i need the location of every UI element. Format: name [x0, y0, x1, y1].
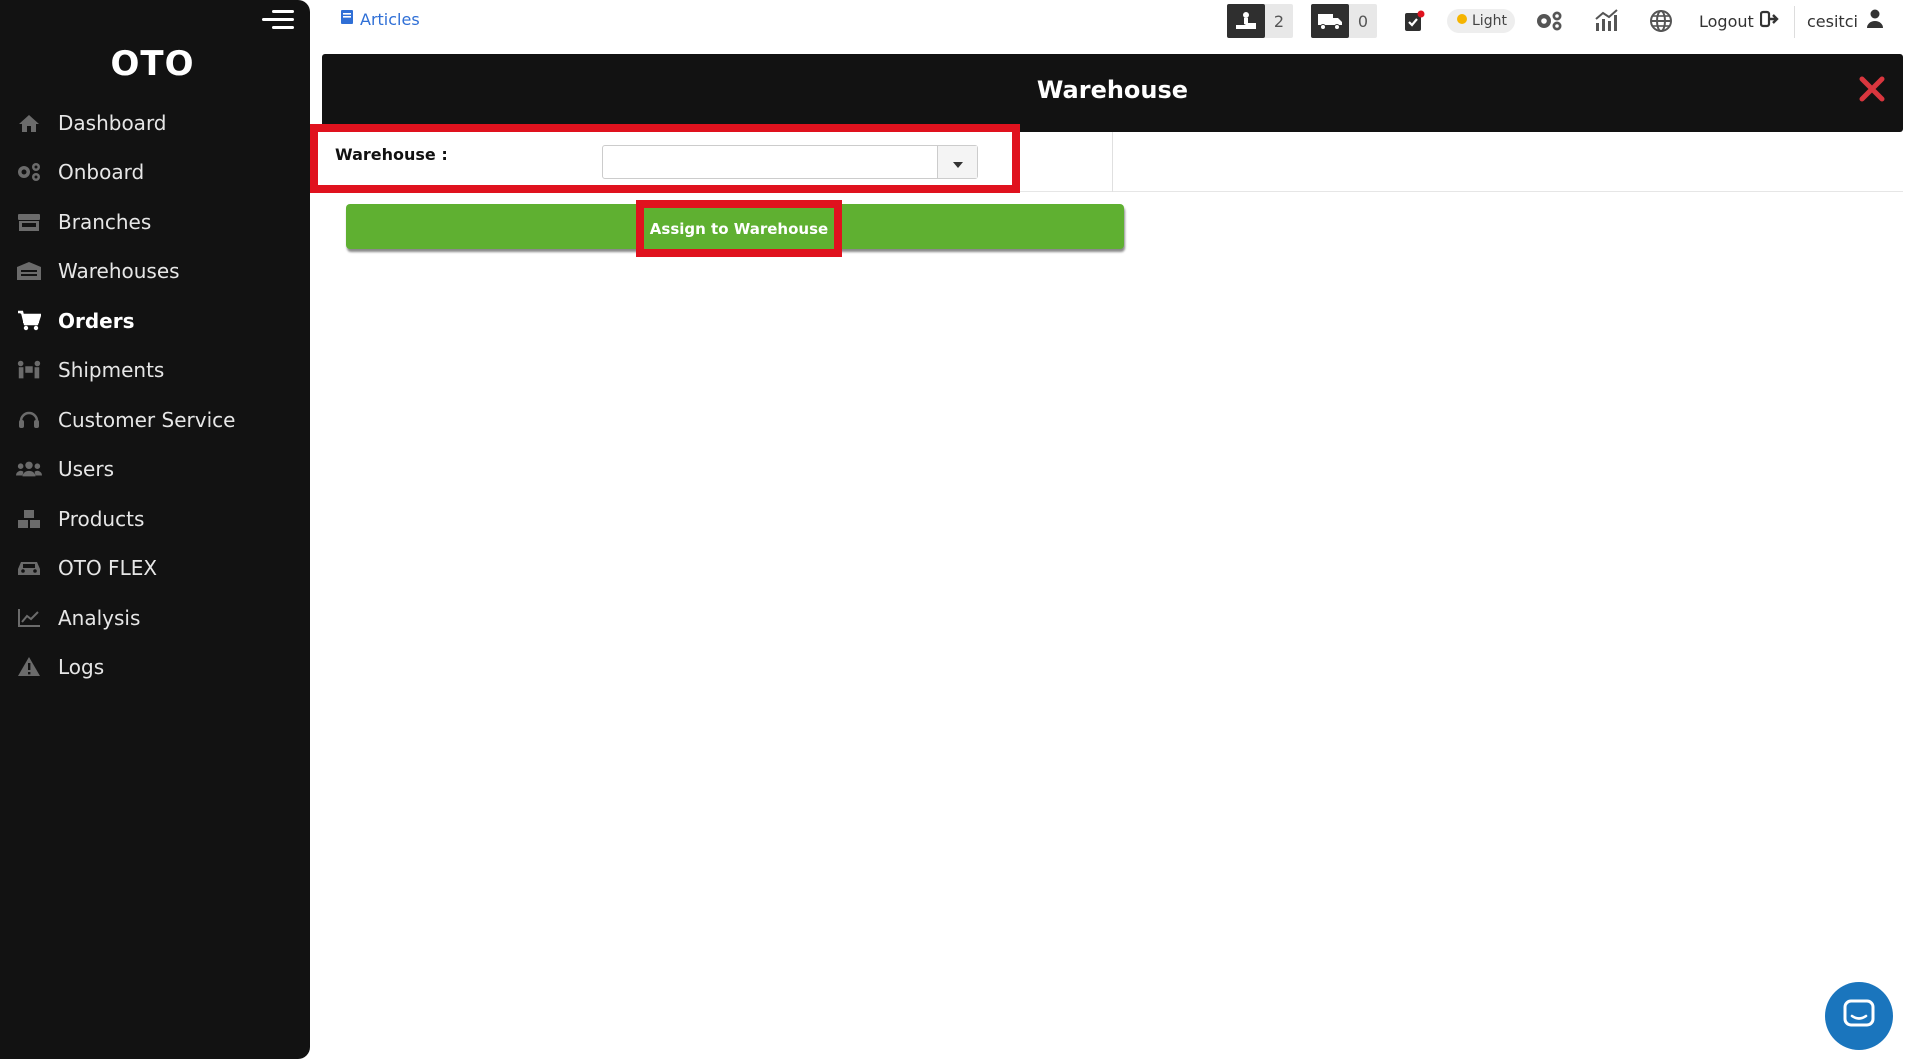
sidebar-item-label: Dashboard — [58, 110, 167, 135]
sidebar-item-label: Shipments — [58, 358, 165, 383]
analytics-icon[interactable] — [1593, 4, 1619, 38]
sidebar-item-label: Onboard — [58, 160, 145, 185]
user-icon — [1866, 9, 1884, 33]
chart-line-icon — [16, 607, 42, 629]
user-menu[interactable]: cesitci — [1807, 4, 1884, 38]
delivery-counter[interactable]: 0 — [1311, 4, 1377, 38]
delivery-count: 0 — [1357, 11, 1369, 31]
hand-holding-box-icon — [1227, 4, 1265, 38]
close-icon[interactable] — [1857, 74, 1887, 104]
sidebar: OTO Dashboard Onboard Branches Warehouse… — [0, 0, 310, 1059]
sidebar-item-users[interactable]: Users — [0, 445, 305, 495]
sidebar-item-analysis[interactable]: Analysis — [0, 593, 305, 643]
car-icon — [16, 557, 42, 579]
sidebar-item-label: Customer Service — [58, 407, 236, 432]
sidebar-item-label: Branches — [58, 209, 152, 234]
sign-out-icon — [1759, 10, 1780, 32]
globe-icon[interactable] — [1649, 4, 1673, 38]
truck-icon — [1311, 4, 1349, 38]
pickup-count: 2 — [1273, 11, 1285, 31]
modal-title: Warehouse — [1036, 76, 1189, 104]
modal-header: Warehouse — [322, 54, 1903, 132]
top-bar: Articles 2 0 Light Logout cesitci — [310, 0, 1913, 42]
sidebar-item-dashboard[interactable]: Dashboard — [0, 98, 305, 148]
sidebar-item-shipments[interactable]: Shipments — [0, 346, 305, 396]
sidebar-item-products[interactable]: Products — [0, 494, 305, 544]
people-carry-icon — [16, 359, 42, 381]
logout-button[interactable]: Logout — [1699, 4, 1780, 38]
tasks-icon[interactable] — [1402, 4, 1426, 38]
pickup-counter[interactable]: 2 — [1227, 4, 1293, 38]
form-column-divider — [1112, 132, 1113, 192]
logout-label: Logout — [1699, 11, 1754, 31]
warehouse-field-highlight — [310, 124, 1020, 193]
sidebar-item-orders[interactable]: Orders — [0, 296, 305, 346]
sidebar-item-label: Analysis — [58, 605, 141, 630]
warning-icon — [16, 656, 42, 678]
sidebar-item-label: Warehouses — [58, 259, 180, 284]
sidebar-item-label: Users — [58, 457, 115, 482]
sidebar-item-label: OTO FLEX — [58, 556, 158, 581]
sidebar-item-customer-service[interactable]: Customer Service — [0, 395, 305, 445]
sidebar-item-warehouses[interactable]: Warehouses — [0, 247, 305, 297]
chat-bubble-icon — [1842, 998, 1876, 1034]
username: cesitci — [1807, 11, 1858, 31]
theme-toggle[interactable]: Light — [1447, 4, 1515, 38]
articles-label: Articles — [360, 9, 420, 29]
home-icon — [16, 112, 42, 134]
cart-icon — [16, 310, 42, 332]
sidebar-item-label: Logs — [58, 655, 105, 680]
menu-toggle-icon[interactable] — [262, 8, 294, 32]
sidebar-nav: Dashboard Onboard Branches Warehouses Or… — [0, 98, 305, 692]
settings-gears-icon[interactable] — [1535, 4, 1563, 38]
sidebar-item-label: Products — [58, 506, 145, 531]
sidebar-item-branches[interactable]: Branches — [0, 197, 305, 247]
brand-logo: OTO — [110, 44, 195, 84]
headset-icon — [16, 409, 42, 431]
assign-to-warehouse-button[interactable]: Assign to Warehouse — [636, 200, 842, 257]
boxes-icon — [16, 508, 42, 530]
users-icon — [16, 458, 42, 480]
sidebar-item-logs[interactable]: Logs — [0, 643, 305, 693]
book-icon — [340, 9, 354, 29]
store-icon — [16, 211, 42, 233]
articles-link[interactable]: Articles — [340, 9, 420, 29]
sidebar-item-oto-flex[interactable]: OTO FLEX — [0, 544, 305, 594]
warehouse-icon — [16, 260, 42, 282]
sidebar-item-onboard[interactable]: Onboard — [0, 148, 305, 198]
sun-icon — [1455, 12, 1469, 30]
theme-label: Light — [1472, 13, 1507, 29]
topbar-divider — [1794, 6, 1795, 38]
gears-icon — [16, 161, 42, 183]
sidebar-item-label: Orders — [58, 308, 135, 333]
chat-launcher-button[interactable] — [1825, 982, 1893, 1050]
